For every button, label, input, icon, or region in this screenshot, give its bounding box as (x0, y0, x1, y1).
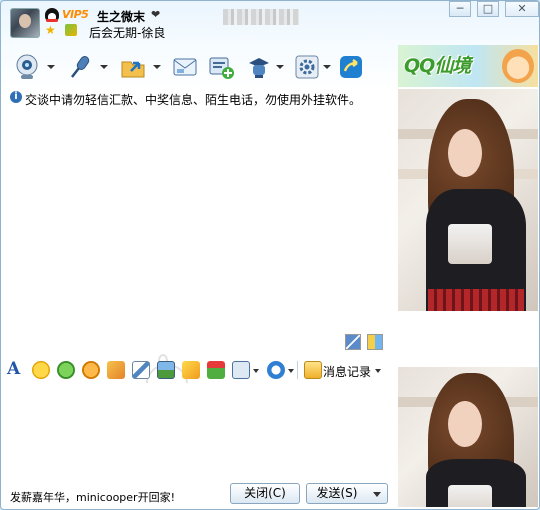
my-show-photo[interactable] (398, 367, 538, 507)
voice-dropdown-arrow[interactable] (100, 65, 108, 69)
font-button[interactable]: A (7, 359, 20, 379)
add-group-icon[interactable] (207, 53, 235, 81)
music-icon[interactable] (182, 361, 200, 379)
redacted-account (223, 9, 299, 25)
voice-message-icon[interactable] (107, 361, 125, 379)
qq-penguin-icon (45, 8, 59, 22)
ad-link[interactable]: 发薪嘉年华，minicooper开回家! (10, 489, 175, 505)
toolbar-separator (297, 361, 298, 379)
vip-badge[interactable]: VIP5 (62, 8, 89, 21)
emoji-icon[interactable] (32, 361, 50, 379)
video-dropdown-arrow[interactable] (47, 65, 55, 69)
close-window-button[interactable]: ✕ (505, 1, 539, 17)
pay-dropdown-arrow[interactable] (288, 369, 294, 373)
send-button[interactable]: 发送(S) (306, 483, 368, 504)
minimize-button[interactable]: ─ (449, 1, 471, 17)
history-icon[interactable] (304, 361, 322, 379)
history-dropdown-arrow[interactable] (375, 369, 381, 373)
banner-logo: QQ仙境 (404, 55, 471, 77)
message-history-area[interactable] (2, 109, 394, 432)
send-options-arrow[interactable] (367, 483, 388, 504)
info-icon: i (10, 91, 22, 103)
magic-emoji-icon[interactable] (57, 361, 75, 379)
screenshot-dropdown-arrow[interactable] (253, 369, 259, 373)
remote-icon[interactable] (245, 53, 273, 81)
contact-show-photo[interactable] (398, 89, 538, 311)
theme-icon[interactable] (367, 334, 383, 350)
gift-icon[interactable] (207, 361, 225, 379)
avatar[interactable] (10, 8, 40, 38)
share-icon[interactable] (337, 53, 365, 81)
game-banner-ad[interactable]: QQ仙境 (398, 45, 538, 87)
screenshot-icon[interactable] (232, 361, 250, 379)
close-button[interactable]: 关闭(C) (230, 483, 300, 504)
apps-dropdown-arrow[interactable] (323, 65, 331, 69)
microphone-icon[interactable] (65, 53, 93, 81)
chat-window: VIP5 生之微末 ❤ ★ 后会无期-徐良 ─ □ ✕ i 交谈中请勿轻信汇款、… (0, 0, 540, 510)
expand-icon[interactable] (345, 334, 361, 350)
webcam-icon[interactable] (13, 53, 41, 81)
maximize-button[interactable]: □ (477, 1, 499, 17)
contact-signature: 后会无期-徐良 (89, 26, 166, 40)
folder-send-icon[interactable] (119, 53, 147, 81)
banner-character (502, 49, 534, 83)
heart-icon: ❤ (151, 8, 161, 21)
shake-icon[interactable] (82, 361, 100, 379)
email-icon[interactable] (171, 53, 199, 81)
message-history-button[interactable]: 消息记录 (323, 363, 371, 380)
contact-nickname[interactable]: 生之微末 (97, 8, 145, 25)
qq-pay-icon[interactable] (267, 361, 285, 379)
level-icon (65, 24, 77, 36)
security-notice: 交谈中请勿轻信汇款、中奖信息、陌生电话，勿使用外挂软件。 (25, 93, 362, 107)
file-dropdown-arrow[interactable] (153, 65, 161, 69)
message-input[interactable] (2, 383, 394, 479)
remote-dropdown-arrow[interactable] (276, 65, 284, 69)
doodle-icon[interactable] (132, 361, 150, 379)
star-icon: ★ (45, 23, 56, 37)
image-icon[interactable] (157, 361, 175, 379)
gear-icon[interactable] (293, 53, 321, 81)
